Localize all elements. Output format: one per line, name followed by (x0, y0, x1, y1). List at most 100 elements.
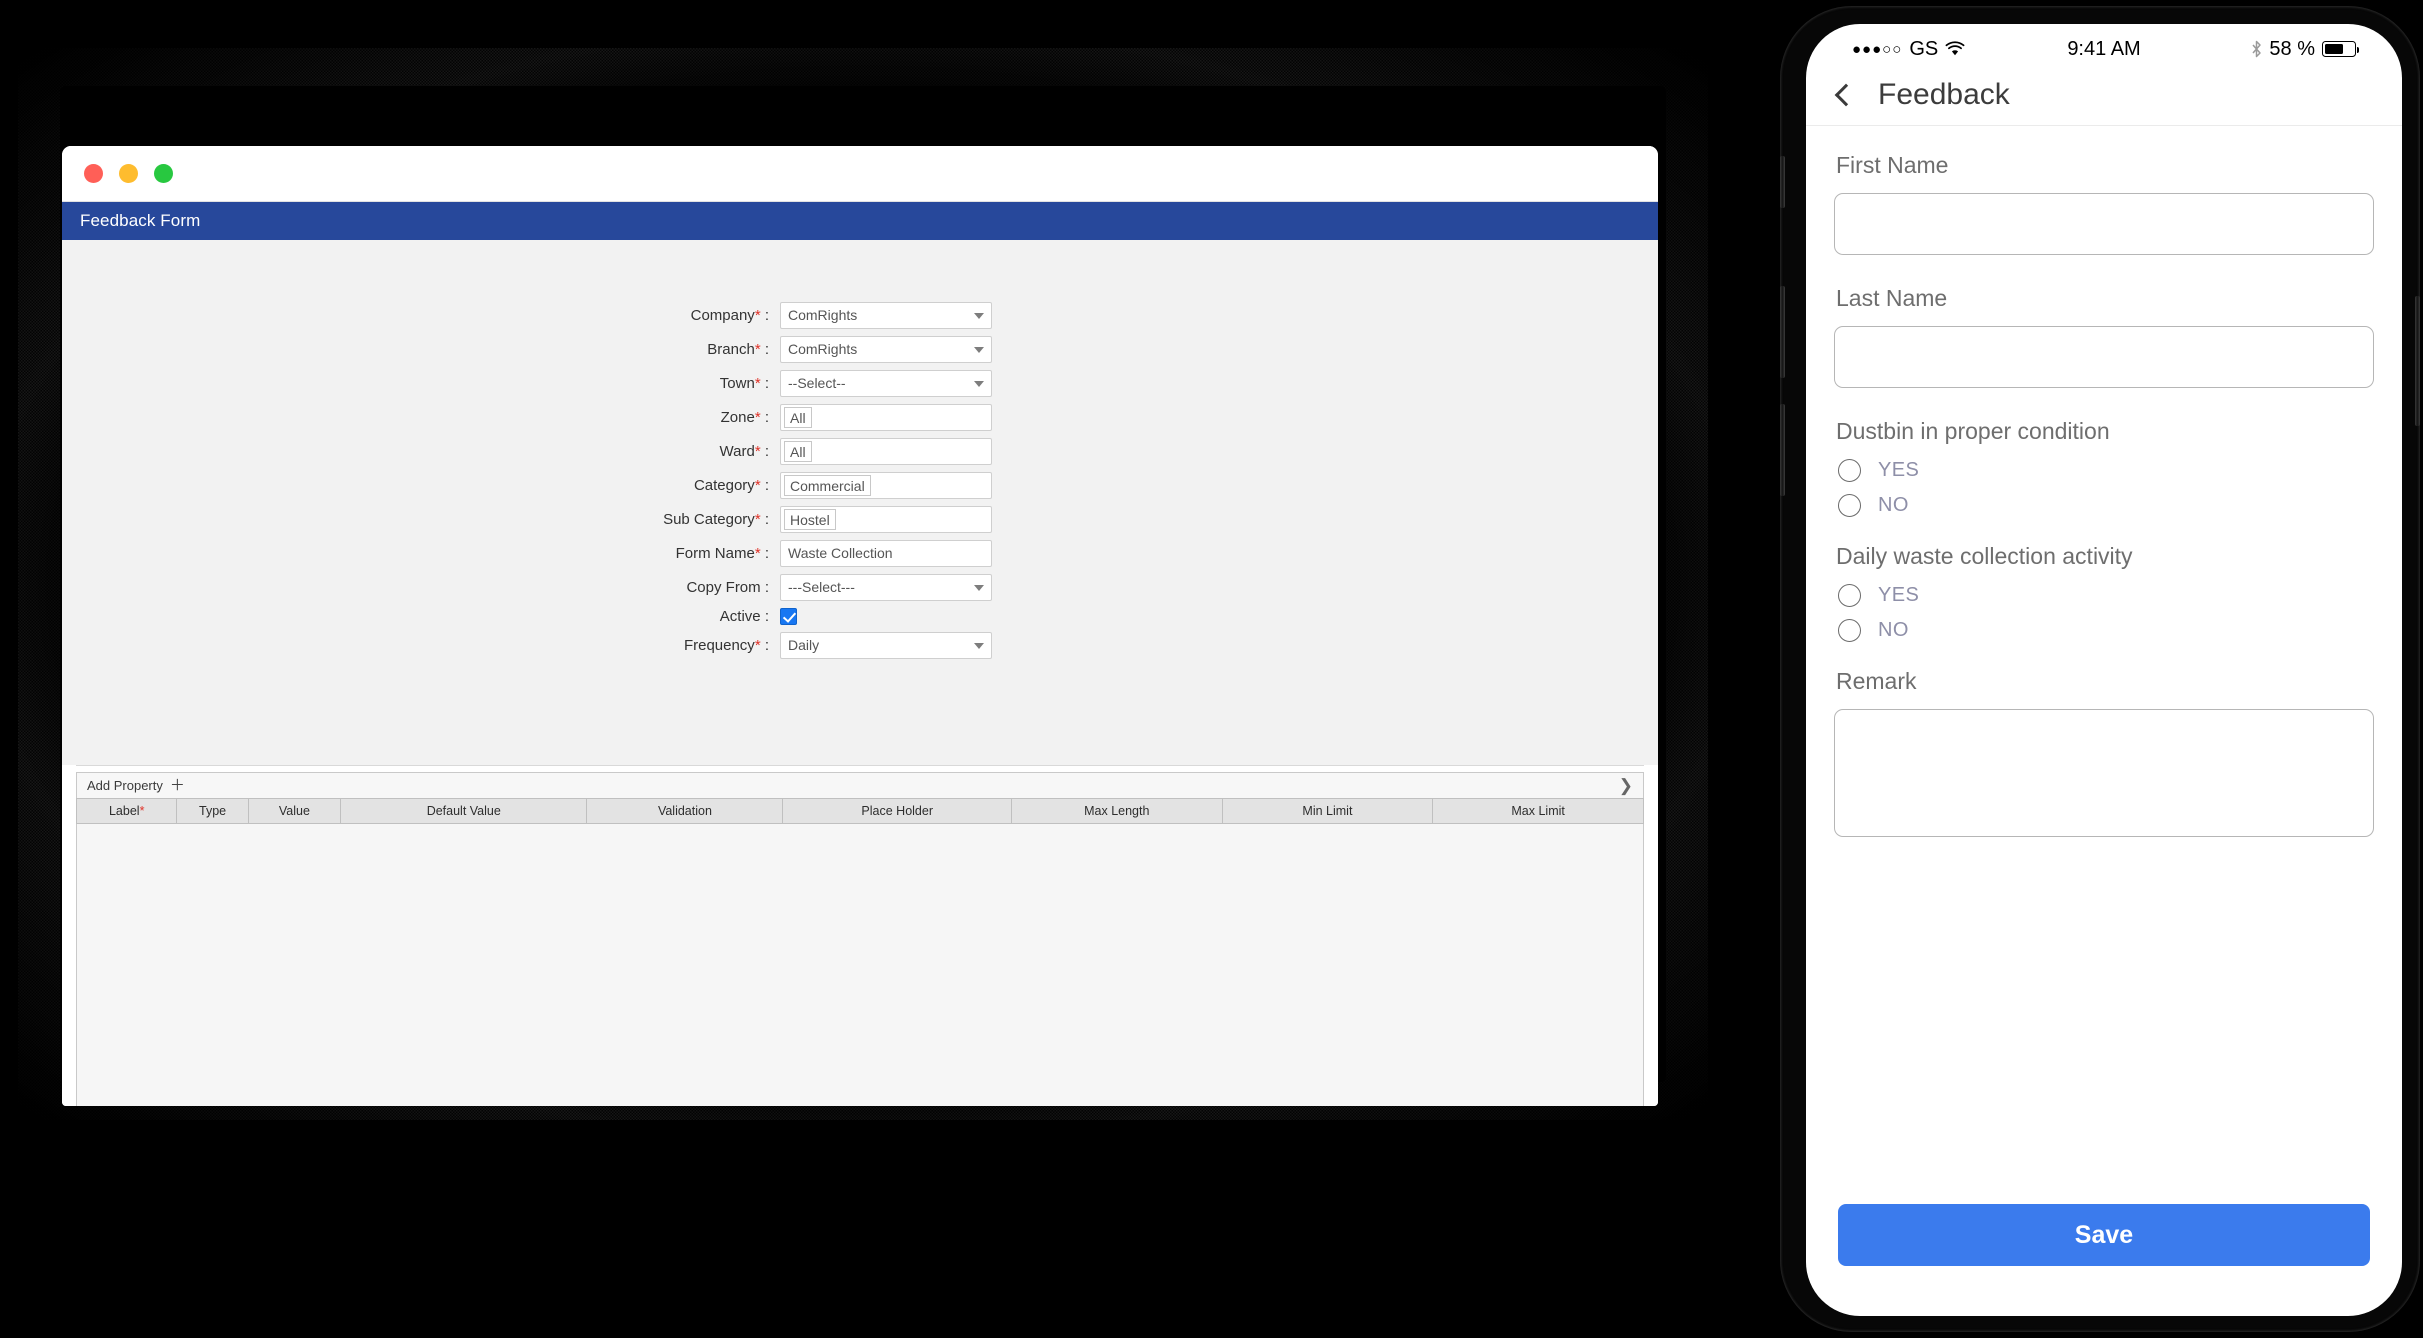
label-branch: Branch* : (707, 341, 769, 358)
radio-label-no: NO (1878, 494, 1909, 516)
field-row-company: Company* : ComRights (62, 302, 1658, 329)
column-header-validation[interactable]: Validation (586, 798, 784, 824)
signal-strength-icon: ●●●○○ (1852, 40, 1903, 58)
volume-up-button[interactable] (1780, 286, 1785, 378)
save-button[interactable]: Save (1838, 1204, 2370, 1266)
battery-percent-label: 58 % (2269, 37, 2316, 60)
column-header-label[interactable]: Label* (75, 798, 178, 824)
battery-icon (2322, 41, 2360, 57)
screenshot-stage: Feedback Form Company* : ComRights Branc… (0, 0, 2423, 1338)
field-row-category: Category* : Commercial (62, 472, 1658, 499)
radio-label-yes: YES (1878, 459, 1920, 481)
label-daily-waste-collection: Daily waste collection activity (1836, 543, 2133, 569)
label-first-name: First Name (1836, 152, 1949, 178)
plus-icon: ＋ (169, 777, 185, 794)
phone-screen: ●●●○○ GS 9:41 AM 58 % Feedback First Nam… (1806, 24, 2402, 1316)
field-row-ward: Ward* : All (62, 438, 1658, 465)
nav-title: Feedback (1878, 77, 2010, 111)
desktop-device-frame: Feedback Form Company* : ComRights Branc… (0, 38, 1712, 1123)
properties-table: Label* Type Value Default Value Validati… (75, 798, 1644, 824)
field-row-frequency: Frequency* : Daily (62, 632, 1658, 659)
radio-circle-icon (1838, 584, 1861, 607)
column-header-default-value[interactable]: Default Value (340, 798, 588, 824)
label-frequency: Frequency* : (683, 637, 769, 654)
app-header: Feedback Form (62, 202, 1658, 240)
radio-daily-waste-no[interactable]: NO (1838, 619, 2374, 642)
branch-select[interactable] (780, 336, 992, 363)
control-copy-from: ---Select--- (780, 574, 992, 601)
category-input[interactable] (780, 472, 992, 499)
control-branch: ComRights (780, 336, 992, 363)
control-form-name: Waste Collection (780, 540, 992, 567)
control-category: Commercial (780, 472, 992, 499)
chevron-right-icon[interactable]: ❯ (1619, 777, 1633, 794)
grid-divider (76, 765, 1644, 768)
page-title: Feedback Form (80, 211, 201, 230)
control-zone: All (780, 404, 992, 431)
sub-category-input[interactable] (780, 506, 992, 533)
column-header-value[interactable]: Value (247, 798, 342, 824)
field-group-last-name: Last Name (1834, 285, 2374, 388)
last-name-input[interactable] (1834, 326, 2374, 388)
status-bar: ●●●○○ GS 9:41 AM 58 % (1806, 24, 2402, 64)
label-active: Active : (719, 608, 769, 625)
zone-input[interactable] (780, 404, 992, 431)
column-header-min-limit[interactable]: Min Limit (1221, 798, 1434, 824)
radio-dustbin-no[interactable]: NO (1838, 494, 2374, 517)
field-row-active: Active : (62, 608, 1658, 625)
label-ward: Ward* : (719, 443, 769, 460)
volume-down-button[interactable] (1780, 404, 1785, 496)
power-button[interactable] (2415, 296, 2420, 426)
chevron-left-icon[interactable] (1834, 83, 1858, 106)
form-name-input[interactable] (780, 540, 992, 567)
feedback-mobile-form: First Name Last Name Dustbin in proper c… (1806, 126, 2402, 842)
column-header-max-length[interactable]: Max Length (1010, 798, 1223, 824)
radio-circle-icon (1838, 619, 1861, 642)
radio-label-yes: YES (1878, 584, 1920, 606)
radio-daily-waste-yes[interactable]: YES (1838, 584, 2374, 607)
field-group-remark: Remark (1834, 668, 2374, 842)
add-property-label: Add Property (87, 778, 163, 793)
label-remark: Remark (1836, 668, 1917, 694)
nav-bar: Feedback (1806, 64, 2402, 126)
radio-circle-icon (1838, 459, 1861, 482)
bluetooth-icon (2252, 40, 2262, 58)
field-group-dustbin-condition: Dustbin in proper condition YES NO (1834, 418, 2374, 517)
field-row-sub-category: Sub Category* : Hostel (62, 506, 1658, 533)
zoom-button[interactable] (154, 164, 173, 183)
label-last-name: Last Name (1836, 285, 1948, 311)
status-bar-clock: 9:41 AM (2067, 37, 2141, 60)
ward-input[interactable] (780, 438, 992, 465)
copy-from-select[interactable] (780, 574, 992, 601)
frequency-select[interactable] (780, 632, 992, 659)
radio-label-no: NO (1878, 619, 1909, 641)
label-sub-category: Sub Category* : (663, 511, 769, 528)
window-titlebar (62, 146, 1658, 202)
first-name-input[interactable] (1834, 193, 2374, 255)
label-copy-from: Copy From : (686, 579, 769, 596)
column-header-max-limit[interactable]: Max Limit (1432, 798, 1644, 824)
table-header-row: Label* Type Value Default Value Validati… (75, 798, 1644, 824)
town-select[interactable] (780, 370, 992, 397)
field-row-form-name: Form Name* : Waste Collection (62, 540, 1658, 567)
status-bar-right: 58 % (2141, 37, 2360, 61)
radio-dustbin-yes[interactable]: YES (1838, 459, 2374, 482)
field-row-copy-from: Copy From : ---Select--- (62, 574, 1658, 601)
field-row-branch: Branch* : ComRights (62, 336, 1658, 363)
label-dustbin-condition: Dustbin in proper condition (1836, 418, 2110, 444)
radio-circle-icon (1838, 494, 1861, 517)
column-header-place-holder[interactable]: Place Holder (782, 798, 1012, 824)
control-sub-category: Hostel (780, 506, 992, 533)
label-form-name: Form Name* : (675, 545, 769, 562)
phone-device-frame: ●●●○○ GS 9:41 AM 58 % Feedback First Nam… (1776, 0, 2423, 1338)
control-town: --Select-- (780, 370, 992, 397)
close-button[interactable] (84, 164, 103, 183)
label-category: Category* : (693, 477, 769, 494)
minimize-button[interactable] (119, 164, 138, 183)
silent-switch-button[interactable] (1780, 156, 1785, 208)
column-header-type[interactable]: Type (176, 798, 249, 824)
company-select[interactable] (780, 302, 992, 329)
active-checkbox[interactable] (780, 608, 797, 625)
add-property-button[interactable]: Add Property ＋ (87, 778, 185, 793)
remark-textarea[interactable] (1834, 709, 2374, 837)
